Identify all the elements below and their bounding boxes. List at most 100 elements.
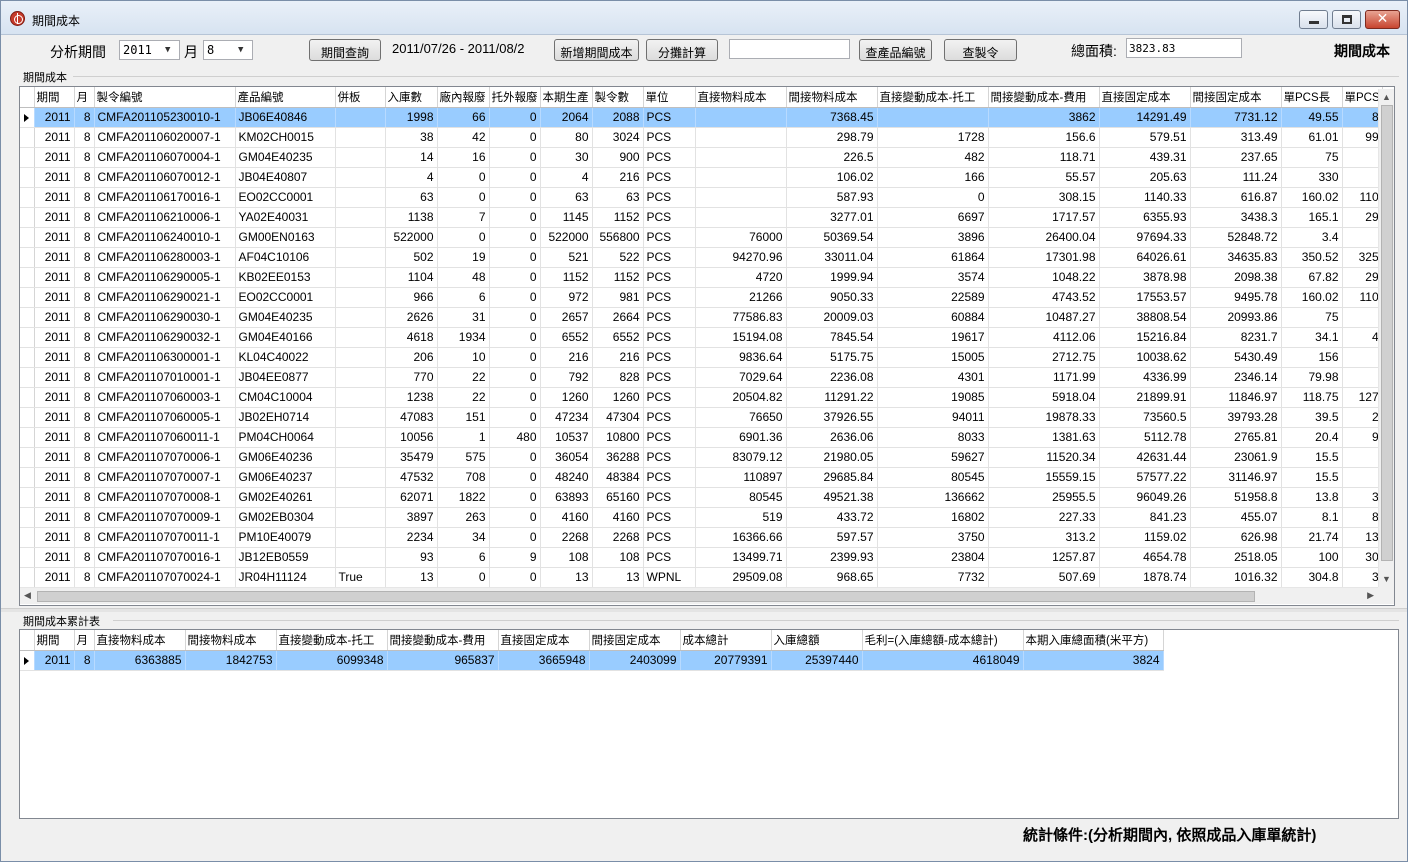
table-cell[interactable]: PCS (643, 487, 696, 508)
table-cell[interactable]: 5112.78 (1099, 427, 1191, 448)
table-cell[interactable]: 8 (74, 407, 95, 428)
table-cell[interactable]: 65160 (592, 487, 644, 508)
table-cell[interactable]: 2011 (34, 147, 75, 168)
table-cell[interactable]: 66 (437, 107, 490, 128)
table-cell[interactable]: 63 (592, 187, 644, 208)
table-cell[interactable]: 99 (1342, 127, 1383, 148)
table-cell[interactable]: 216 (592, 347, 644, 368)
table-cell[interactable]: 6099348 (276, 650, 388, 671)
table-cell[interactable]: 15559.15 (988, 467, 1100, 488)
table-cell[interactable]: 47083 (385, 407, 438, 428)
table-cell[interactable]: 76000 (695, 227, 787, 248)
column-header[interactable]: 托外報廢 (489, 87, 541, 108)
table-cell[interactable]: CMFA201106290005-1 (94, 267, 236, 288)
row-selector[interactable] (20, 527, 35, 548)
table-cell[interactable]: 2098.38 (1190, 267, 1282, 288)
table-cell[interactable]: True (335, 567, 386, 588)
table-cell[interactable]: CMFA201107070006-1 (94, 447, 236, 468)
table-cell[interactable]: 0 (489, 307, 541, 328)
table-cell[interactable] (335, 387, 386, 408)
table-cell[interactable]: PCS (643, 167, 696, 188)
table-cell[interactable]: 110 (1342, 187, 1383, 208)
table-cell[interactable] (335, 227, 386, 248)
table-cell[interactable]: 4743.52 (988, 287, 1100, 308)
table-cell[interactable]: 10 (437, 347, 490, 368)
table-cell[interactable]: 4618049 (862, 650, 1024, 671)
period-cost-grid[interactable]: 期間月製令編號 產品編號 併板 入庫數 廠內報廢 托外報廢 本期生產 製令數 單位 直接物料成本間… (19, 86, 1395, 606)
table-cell[interactable]: 966 (385, 287, 438, 308)
table-cell[interactable]: CMFA201106240010-1 (94, 227, 236, 248)
table-row[interactable]: 2011 8 CMFA201106290021-1 EO02CC0001 966 6 0 97… (20, 287, 1383, 308)
table-cell[interactable]: 1152 (540, 267, 593, 288)
table-cell[interactable]: 237.65 (1190, 147, 1282, 168)
table-cell[interactable] (1342, 347, 1383, 368)
table-cell[interactable]: 48384 (592, 467, 644, 488)
table-cell[interactable]: JR04H11124 (235, 567, 336, 588)
table-cell[interactable]: 1934 (437, 327, 490, 348)
table-cell[interactable]: 0 (437, 567, 490, 588)
table-cell[interactable] (1342, 147, 1383, 168)
table-cell[interactable] (695, 207, 787, 228)
table-cell[interactable]: 304.8 (1281, 567, 1343, 588)
table-cell[interactable]: 2011 (34, 367, 75, 388)
table-cell[interactable]: 3.4 (1281, 227, 1343, 248)
table-cell[interactable]: JB02EH0714 (235, 407, 336, 428)
table-cell[interactable]: 433.72 (786, 507, 878, 528)
table-cell[interactable]: 34.1 (1281, 327, 1343, 348)
table-cell[interactable]: PM10E40079 (235, 527, 336, 548)
table-cell[interactable]: 34 (437, 527, 490, 548)
table-cell[interactable]: GM02E40261 (235, 487, 336, 508)
table-cell[interactable]: 8 (74, 387, 95, 408)
column-header[interactable]: 間接變動成本-費用 (387, 630, 499, 651)
search-input[interactable] (729, 39, 850, 59)
table-cell[interactable]: 2626 (385, 307, 438, 328)
table-cell[interactable]: 11520.34 (988, 447, 1100, 468)
table-cell[interactable]: KB02EE0153 (235, 267, 336, 288)
table-cell[interactable]: 21.74 (1281, 527, 1343, 548)
horizontal-scroll-thumb[interactable] (37, 591, 1255, 602)
table-cell[interactable]: 30 (1342, 547, 1383, 568)
table-cell[interactable]: 8 (74, 347, 95, 368)
table-cell[interactable]: 0 (489, 127, 541, 148)
table-cell[interactable]: CMFA201106070004-1 (94, 147, 236, 168)
table-cell[interactable]: 1048.22 (988, 267, 1100, 288)
table-cell[interactable]: 2011 (34, 327, 75, 348)
table-cell[interactable]: 350.52 (1281, 247, 1343, 268)
row-selector[interactable] (20, 650, 35, 671)
table-cell[interactable]: 110 (1342, 287, 1383, 308)
table-cell[interactable]: 206 (385, 347, 438, 368)
row-selector[interactable] (20, 487, 35, 508)
table-cell[interactable]: 263 (437, 507, 490, 528)
table-cell[interactable]: 6552 (540, 327, 593, 348)
table-cell[interactable]: 17553.57 (1099, 287, 1191, 308)
table-cell[interactable]: 9050.33 (786, 287, 878, 308)
table-cell[interactable]: GM06E40236 (235, 447, 336, 468)
table-cell[interactable]: GM04E40166 (235, 327, 336, 348)
table-cell[interactable] (335, 487, 386, 508)
table-cell[interactable] (695, 187, 787, 208)
table-cell[interactable]: 15.5 (1281, 447, 1343, 468)
table-cell[interactable]: 8 (74, 267, 95, 288)
table-row[interactable]: 2011 8 CMFA201106300001-1 KL04C40022 206 10 0 2… (20, 347, 1383, 368)
horizontal-scrollbar[interactable]: ◀ ▶ (20, 587, 1378, 604)
table-cell[interactable]: 507.69 (988, 567, 1100, 588)
table-cell[interactable]: 8 (74, 447, 95, 468)
table-cell[interactable]: 1842753 (185, 650, 277, 671)
table-cell[interactable]: 792 (540, 367, 593, 388)
table-cell[interactable] (1342, 447, 1383, 468)
table-cell[interactable]: 2011 (34, 307, 75, 328)
table-cell[interactable]: 522000 (540, 227, 593, 248)
table-cell[interactable]: 8 (74, 167, 95, 188)
table-cell[interactable]: 2011 (34, 547, 75, 568)
table-cell[interactable]: 77586.83 (695, 307, 787, 328)
add-period-cost-button[interactable]: 新增期間成本 (554, 39, 639, 61)
table-cell[interactable]: 47304 (592, 407, 644, 428)
table-cell[interactable]: 7 (437, 207, 490, 228)
table-cell[interactable]: PM04CH0064 (235, 427, 336, 448)
table-cell[interactable]: 10800 (592, 427, 644, 448)
table-cell[interactable] (335, 507, 386, 528)
table-cell[interactable]: JB12EB0559 (235, 547, 336, 568)
table-row[interactable]: 2011 8 CMFA201107070007-1 GM06E40237 47532 70… (20, 467, 1383, 488)
table-row[interactable]: 2011 8 CMFA201107070024-1 JR04H11124 True 13 0… (20, 567, 1383, 588)
scroll-down-icon[interactable]: ▼ (1382, 574, 1391, 584)
